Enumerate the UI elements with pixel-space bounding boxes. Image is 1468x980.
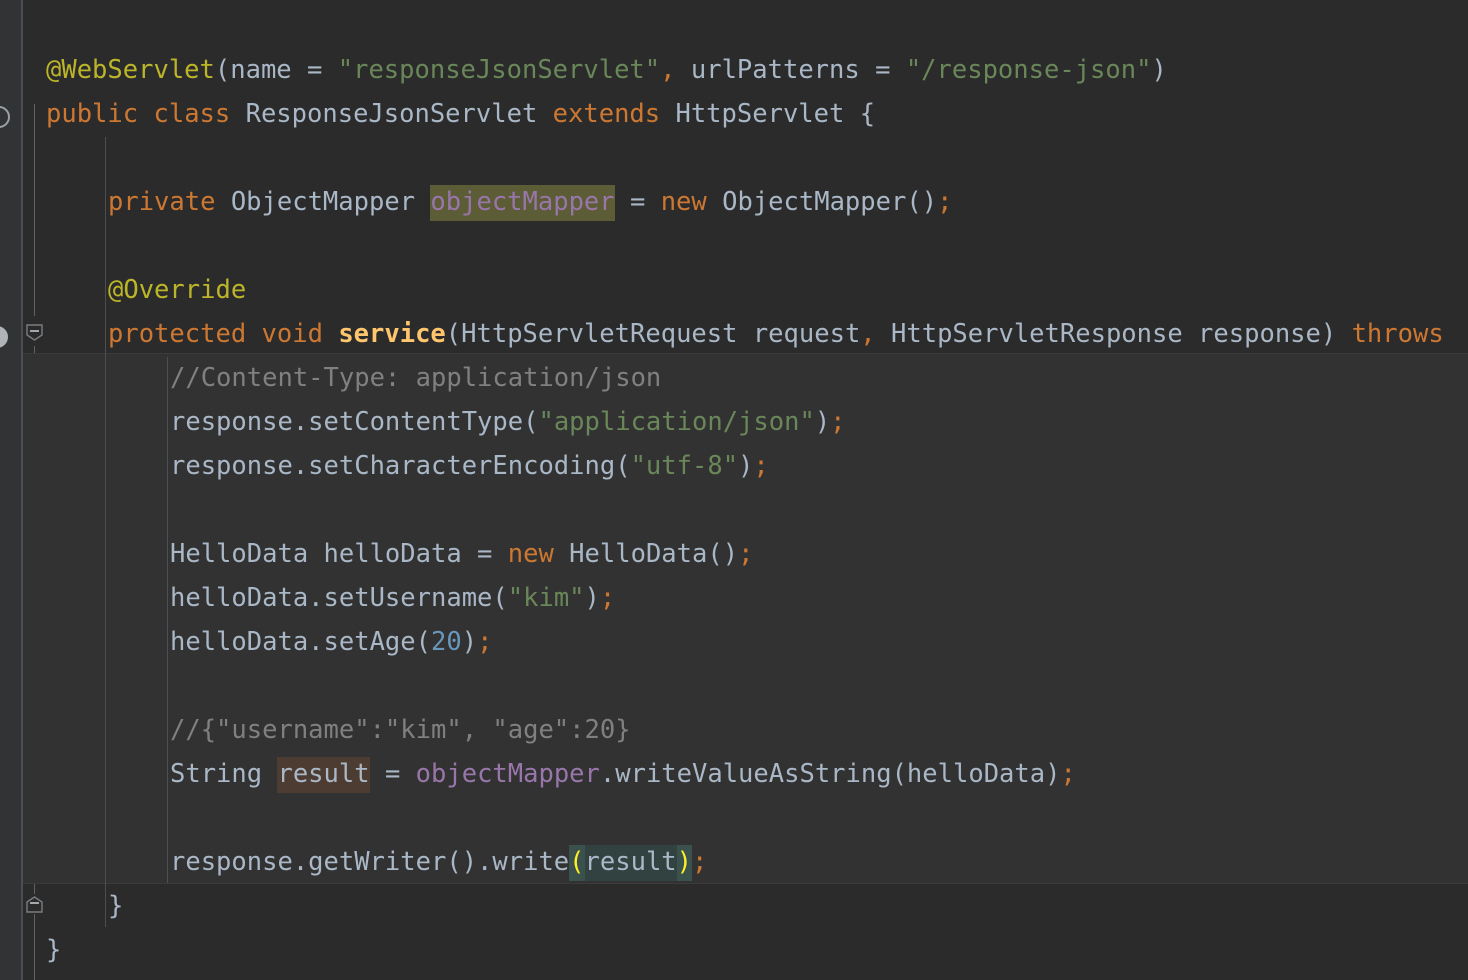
code-line-1[interactable]: @WebServlet(name = "responseJsonServlet"… bbox=[46, 48, 1167, 92]
token-1-5: , bbox=[660, 55, 691, 85]
token-4-1: ObjectMapper bbox=[215, 187, 431, 217]
token-8-0: //Content-Type: application/json bbox=[170, 363, 662, 393]
token-2-1 bbox=[138, 99, 153, 129]
token-1-0: @WebServlet bbox=[46, 55, 215, 85]
token-1-8: "/response-json" bbox=[905, 55, 1152, 85]
token-16-0: //{"username":"kim", "age":20} bbox=[170, 715, 631, 745]
code-line-8[interactable]: //Content-Type: application/json bbox=[170, 356, 661, 400]
token-17-2: = bbox=[369, 759, 416, 789]
token-7-0: protected bbox=[108, 319, 247, 349]
token-7-8: throws bbox=[1351, 319, 1444, 349]
token-12-2: HelloData() bbox=[553, 539, 739, 569]
token-4-5: ObjectMapper() bbox=[706, 187, 938, 217]
token-9-3: ; bbox=[830, 407, 846, 437]
token-6-0: @Override bbox=[108, 275, 247, 305]
token-4-4: new bbox=[660, 187, 707, 217]
token-17-3: objectMapper bbox=[415, 759, 600, 789]
token-19-3: ) bbox=[676, 845, 693, 881]
token-21-0: } bbox=[46, 935, 62, 965]
code-line-20[interactable]: } bbox=[108, 884, 123, 928]
token-7-1 bbox=[246, 319, 261, 349]
code-line-17[interactable]: String result = objectMapper.writeValueA… bbox=[170, 752, 1076, 796]
token-13-3: ; bbox=[599, 583, 616, 613]
token-14-3: ; bbox=[477, 627, 493, 657]
token-19-1: ( bbox=[569, 845, 585, 881]
token-1-9: ) bbox=[1151, 55, 1167, 85]
token-1-1: ( bbox=[214, 55, 231, 85]
token-1-4: "responseJsonServlet" bbox=[337, 55, 661, 85]
token-2-2: class bbox=[153, 99, 231, 129]
token-12-0: HelloData helloData = bbox=[170, 539, 508, 569]
token-13-1: "kim" bbox=[507, 583, 585, 613]
code-line-19[interactable]: response.getWriter().write(result); bbox=[170, 840, 707, 884]
code-line-10[interactable]: response.setCharacterEncoding("utf-8"); bbox=[170, 444, 769, 488]
token-1-2: name bbox=[230, 55, 292, 85]
token-1-3: = bbox=[291, 55, 338, 85]
token-2-0: public bbox=[46, 99, 139, 129]
token-7-2: void bbox=[261, 319, 323, 349]
code-line-6[interactable]: @Override bbox=[108, 268, 246, 312]
token-12-1: new bbox=[507, 539, 554, 569]
token-4-3: = bbox=[614, 187, 661, 217]
token-4-6: ; bbox=[937, 187, 953, 217]
token-7-3 bbox=[323, 319, 338, 349]
token-2-3: ResponseJsonServlet bbox=[230, 99, 553, 129]
token-9-1: "application/json" bbox=[538, 407, 815, 437]
code-line-13[interactable]: helloData.setUsername("kim"); bbox=[170, 576, 615, 620]
code-editor[interactable]: @WebServlet(name = "responseJsonServlet"… bbox=[0, 0, 1468, 980]
token-4-2: objectMapper bbox=[430, 185, 615, 221]
token-17-1: result bbox=[277, 757, 370, 793]
token-13-0: helloData.setUsername( bbox=[170, 583, 508, 613]
token-12-3: ; bbox=[738, 539, 754, 569]
token-7-5: (HttpServletRequest request bbox=[445, 319, 861, 349]
token-19-2: result bbox=[584, 845, 677, 881]
token-9-0: response.setContentType( bbox=[170, 407, 539, 437]
token-2-5: HttpServlet { bbox=[660, 99, 876, 129]
code-line-16[interactable]: //{"username":"kim", "age":20} bbox=[170, 708, 631, 752]
token-20-0: } bbox=[108, 891, 124, 921]
code-line-12[interactable]: HelloData helloData = new HelloData(); bbox=[170, 532, 753, 576]
token-19-4: ; bbox=[692, 847, 708, 877]
token-2-4: extends bbox=[552, 99, 661, 129]
token-1-7: = bbox=[859, 55, 906, 85]
token-7-7: HttpServletResponse response) bbox=[875, 319, 1352, 349]
token-19-0: response.getWriter().write bbox=[170, 847, 570, 877]
token-14-1: 20 bbox=[431, 627, 462, 657]
token-10-1: "utf-8" bbox=[630, 451, 739, 481]
code-line-7[interactable]: protected void service(HttpServletReques… bbox=[108, 312, 1444, 356]
token-7-4: service bbox=[338, 319, 446, 349]
code-line-21[interactable]: } bbox=[46, 928, 61, 972]
token-13-2: ) bbox=[584, 583, 600, 613]
code-line-9[interactable]: response.setContentType("application/jso… bbox=[170, 400, 846, 444]
token-14-2: ) bbox=[461, 627, 478, 657]
token-10-3: ; bbox=[753, 451, 769, 481]
code-line-4[interactable]: private ObjectMapper objectMapper = new … bbox=[108, 180, 952, 224]
token-10-2: ) bbox=[738, 451, 754, 481]
token-9-2: ) bbox=[814, 407, 831, 437]
code-line-14[interactable]: helloData.setAge(20); bbox=[170, 620, 492, 664]
token-10-0: response.setCharacterEncoding( bbox=[170, 451, 631, 481]
token-17-0: String bbox=[170, 759, 278, 789]
token-17-4: .writeValueAsString(helloData) bbox=[599, 759, 1061, 789]
token-4-0: private bbox=[108, 187, 216, 217]
token-17-5: ; bbox=[1060, 759, 1076, 789]
code-line-2[interactable]: public class ResponseJsonServlet extends… bbox=[46, 92, 875, 136]
token-7-6: , bbox=[860, 319, 876, 349]
token-1-6: urlPatterns bbox=[690, 55, 860, 85]
token-14-0: helloData.setAge( bbox=[170, 627, 431, 657]
code-text-surface[interactable]: @WebServlet(name = "responseJsonServlet"… bbox=[0, 0, 1468, 980]
